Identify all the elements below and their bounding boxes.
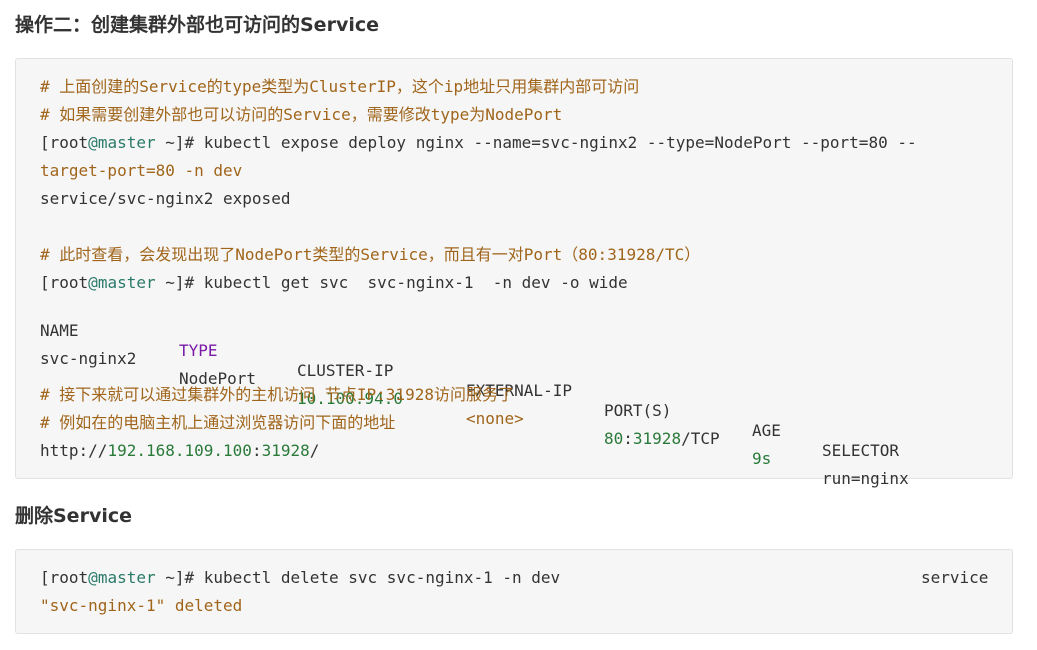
section-title-create-nodeport: 操作二：创建集群外部也可访问的Service (15, 14, 379, 36)
code-comment: # 如果需要创建外部也可以访问的Service，需要修改type为NodePor… (40, 105, 563, 124)
node-port: 31928 (632, 429, 682, 448)
url-ip: 192.168.109.100 (107, 441, 252, 460)
url-line: http://192.168.109.100:31928/ (40, 441, 319, 461)
table-header: CLUSTER-IP (297, 361, 394, 380)
table-header: SELECTOR (822, 441, 900, 460)
prompt-text: [root (40, 273, 89, 292)
command-output: service/svc-nginx2 exposed (40, 189, 291, 208)
code-comment: # 接下来就可以通过集群外的主机访问 节点IP:31928访问服务了 (40, 385, 514, 404)
code-block-delete-service: [root@master ~]# kubectl delete svc svc-… (15, 549, 1013, 634)
command-line: [root@master ~]# kubectl delete svc svc-… (40, 568, 560, 588)
port-protocol: /TCP (681, 429, 720, 448)
prompt-text: [root (40, 133, 89, 152)
table-cell: svc-nginx2 (40, 349, 137, 368)
command-output: "svc-nginx-1" deleted (40, 596, 243, 615)
command-text: ~]# kubectl get svc svc-nginx-1 -n dev -… (155, 273, 628, 292)
prompt-at: @ (88, 568, 98, 587)
command-output-wrap: service (921, 568, 989, 587)
command-line: [root@master ~]# kubectl get svc svc-ngi… (40, 273, 628, 293)
prompt-at: @ (88, 273, 98, 292)
table-cell-port: 80:31928/TCP (604, 429, 720, 449)
code-comment: # 例如在的电脑主机上通过浏览器访问下面的地址 (40, 413, 396, 432)
table-header: AGE (752, 421, 781, 440)
table-header-row: NAME TYPE CLUSTER-IP EXTERNAL-IP PORT(S)… (16, 301, 1012, 460)
table-row: svc-nginx2 NodePort 10.100.94.0 <none> 8… (16, 329, 1012, 488)
command-text: ~]# kubectl expose deploy nginx --name=s… (155, 133, 917, 152)
code-comment: # 此时查看，会发现出现了NodePort类型的Service，而且有一对Por… (40, 245, 701, 264)
table-header: PORT(S) (604, 401, 672, 420)
section-title-delete-service: 删除Service (15, 505, 132, 527)
url-tail: / (309, 441, 320, 460)
prompt-host: master (97, 133, 156, 152)
table-cell: <none> (466, 409, 524, 428)
command-text: ~]# kubectl delete svc svc-nginx-1 -n de… (155, 568, 561, 587)
prompt-at: @ (88, 133, 98, 152)
url-scheme: http:// (40, 441, 108, 460)
command-continuation-text: target-port=80 -n dev (40, 161, 243, 180)
code-block-create-nodeport: # 上面创建的Service的type类型为ClusterIP，这个ip地址只用… (15, 58, 1013, 488)
url-separator: : (251, 441, 262, 460)
code-comment: # 上面创建的Service的type类型为ClusterIP，这个ip地址只用… (40, 77, 640, 96)
command-line: [root@master ~]# kubectl expose deploy n… (40, 133, 917, 153)
url-port: 31928 (261, 441, 310, 460)
command-continuation: target-port=80 -n dev (40, 161, 242, 181)
table-cell: run=nginx (822, 469, 909, 488)
table-cell: 9s (752, 449, 772, 468)
port-separator: : (623, 429, 633, 448)
prompt-host: master (97, 273, 156, 292)
port-number: 80 (604, 429, 624, 448)
prompt-host: master (97, 568, 156, 587)
prompt-text: [root (40, 568, 89, 587)
